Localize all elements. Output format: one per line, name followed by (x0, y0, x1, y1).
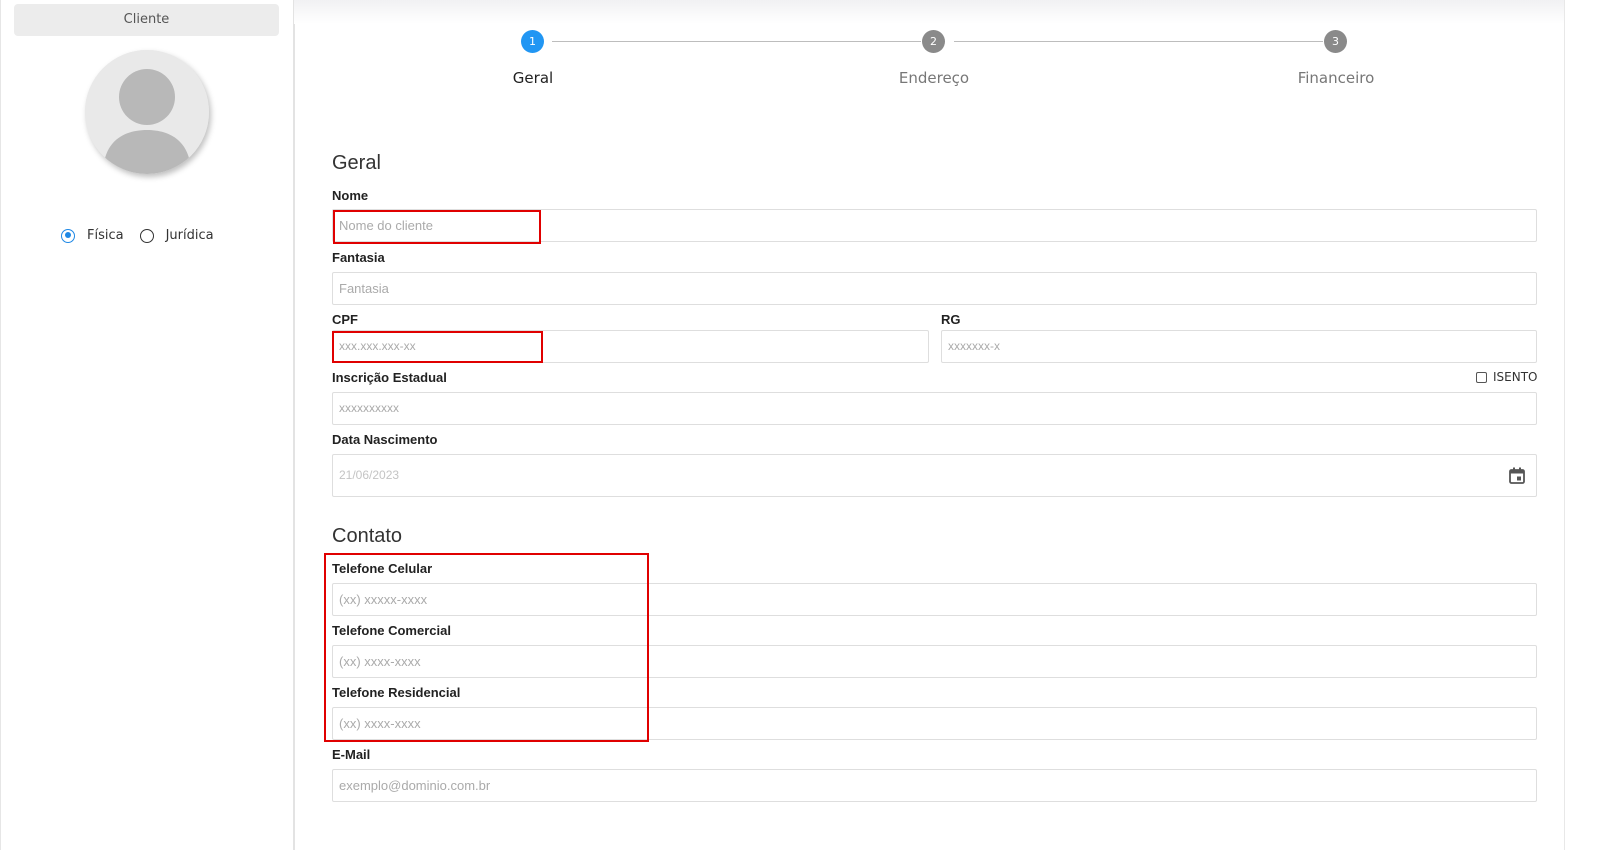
radio-juridica[interactable] (139, 228, 154, 243)
fantasia-input[interactable]: Fantasia (332, 272, 1537, 305)
email-input[interactable]: exemplo@dominio.com.br (332, 769, 1537, 802)
highlight-cpf (332, 331, 543, 363)
scrollbar-track[interactable] (1564, 0, 1565, 850)
calendar-icon[interactable] (1509, 467, 1525, 488)
sidebar-edge (0, 0, 1, 850)
step-3-label[interactable]: Financeiro (1236, 69, 1436, 87)
client-sidebar: Cliente Física Jurídica (0, 0, 295, 850)
client-form: 1 2 3 Geral Endereço Financeiro Geral No… (294, 0, 1564, 850)
ie-input[interactable]: xxxxxxxxxx (332, 392, 1537, 425)
radio-fisica-label[interactable]: Física (87, 228, 124, 243)
email-label: E-Mail (332, 747, 371, 762)
stepper-connector-2 (954, 41, 1323, 42)
section-title-contato: Contato (332, 525, 403, 547)
top-shade (294, 0, 1564, 24)
user-avatar-icon[interactable] (85, 50, 209, 174)
cpf-label: CPF (332, 312, 358, 327)
fantasia-label: Fantasia (332, 250, 385, 265)
isento-label[interactable]: ISENTO (1493, 370, 1538, 384)
client-tab[interactable]: Cliente (14, 4, 279, 36)
isento-checkbox[interactable] (1476, 372, 1487, 383)
step-2-label[interactable]: Endereço (834, 69, 1034, 87)
person-type-group: Física Jurídica (61, 228, 230, 243)
radio-juridica-label[interactable]: Jurídica (166, 228, 214, 243)
highlight-telefones (324, 553, 649, 742)
radio-fisica[interactable] (61, 228, 75, 243)
data-nascimento-label: Data Nascimento (332, 432, 438, 447)
nome-label: Nome (332, 188, 369, 203)
rg-input[interactable]: xxxxxxx-x (941, 330, 1537, 363)
ie-label: Inscrição Estadual (332, 370, 447, 385)
step-1-label[interactable]: Geral (433, 69, 633, 87)
stepper-connector-1 (552, 41, 921, 42)
step-1-indicator[interactable]: 1 (521, 30, 544, 53)
step-2-indicator[interactable]: 2 (922, 30, 945, 53)
step-3-indicator[interactable]: 3 (1324, 30, 1347, 53)
rg-label: RG (941, 312, 961, 327)
highlight-nome (333, 210, 541, 244)
section-title-geral: Geral (332, 152, 381, 174)
data-nascimento-input[interactable]: 21/06/2023 (332, 454, 1537, 497)
